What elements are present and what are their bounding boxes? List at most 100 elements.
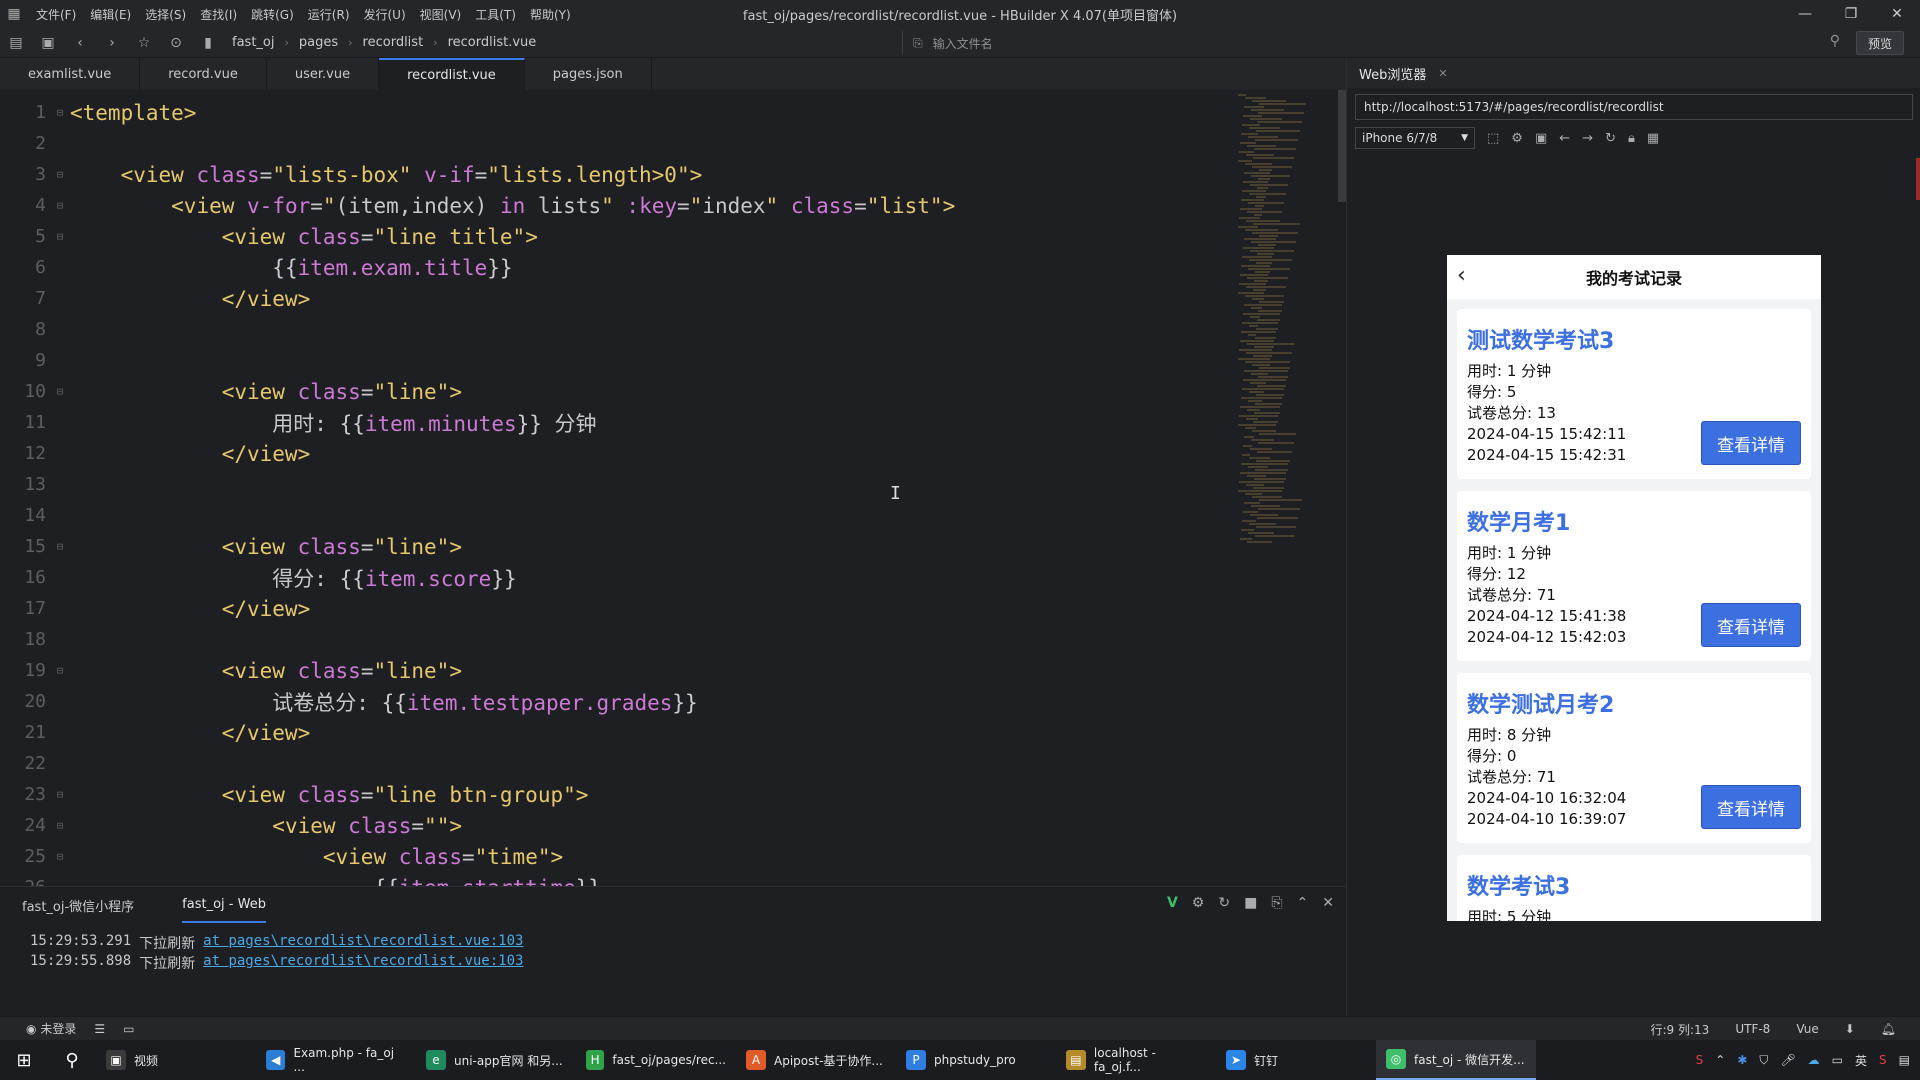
fold-toggle-icon[interactable]: ⊟ bbox=[50, 540, 70, 553]
back-arrow-icon[interactable]: ‹ bbox=[1457, 263, 1466, 288]
device-select[interactable]: iPhone 6/7/8 ▼ bbox=[1355, 127, 1475, 149]
menu-item[interactable]: 文件(F) bbox=[36, 6, 76, 23]
settings-gear-icon[interactable]: ⚙ bbox=[1511, 131, 1523, 146]
taskbar-app[interactable]: ◀ Exam.php - fa_oj ... bbox=[256, 1040, 416, 1080]
taskbar-app[interactable]: A Apipost-基于协作... bbox=[736, 1040, 896, 1080]
run-icon[interactable]: ⊙ bbox=[160, 29, 192, 57]
menu-item[interactable]: 视图(V) bbox=[420, 6, 462, 23]
cursor-position[interactable]: 行:9 列:13 bbox=[1651, 1021, 1710, 1038]
download-icon[interactable]: ⬇ bbox=[1845, 1022, 1855, 1036]
notification-bell-icon[interactable]: 🔔︎ bbox=[1881, 1022, 1896, 1036]
star-icon[interactable]: ☆ bbox=[128, 29, 160, 57]
fold-toggle-icon[interactable]: ⊟ bbox=[50, 664, 70, 677]
console-tab[interactable]: fast_oj - Web bbox=[182, 887, 266, 923]
lock-icon[interactable]: 🔒︎ bbox=[1628, 131, 1635, 146]
nav-back-icon[interactable]: ← bbox=[1559, 131, 1570, 146]
taskbar-search-icon[interactable]: ⚲ bbox=[48, 1040, 96, 1080]
menu-item[interactable]: 工具(T) bbox=[475, 6, 516, 23]
preview-button[interactable]: 预览 bbox=[1856, 31, 1904, 55]
taskbar-app[interactable]: ▤ localhost - fa_oj.f... bbox=[1056, 1040, 1216, 1080]
taskbar-app[interactable]: ▣ 视频 bbox=[96, 1040, 256, 1080]
qr-code-icon[interactable]: ▦ bbox=[1647, 131, 1659, 146]
editor-tab[interactable]: user.vue bbox=[267, 58, 380, 90]
restart-icon[interactable]: ↻ bbox=[1218, 895, 1230, 911]
menu-item[interactable]: 编辑(E) bbox=[90, 6, 131, 23]
file-search[interactable]: ⎘ 输入文件名 bbox=[902, 31, 1422, 55]
microphone-icon[interactable]: 🎤︎ bbox=[1780, 1053, 1795, 1067]
breadcrumb-item[interactable]: fast_oj bbox=[232, 35, 274, 50]
save-icon[interactable]: ▣ bbox=[32, 29, 64, 57]
restore-icon[interactable]: ❐ bbox=[1828, 0, 1874, 28]
outline-icon[interactable]: ☰ bbox=[94, 1022, 105, 1036]
editor-scrollbar[interactable] bbox=[1338, 90, 1346, 202]
login-status[interactable]: ◉ 未登录 bbox=[26, 1020, 76, 1037]
open-folder-icon[interactable]: ⎘ bbox=[1271, 895, 1282, 911]
minimize-icon[interactable]: — bbox=[1782, 0, 1828, 28]
view-detail-button[interactable]: 查看详情 bbox=[1701, 603, 1801, 647]
vue-devtools-icon[interactable]: V bbox=[1167, 895, 1178, 911]
nav-forward-icon[interactable]: → bbox=[1582, 131, 1593, 146]
menu-item[interactable]: 帮助(Y) bbox=[530, 6, 571, 23]
filter-icon[interactable]: ⚲ bbox=[1830, 33, 1840, 49]
editor-tab[interactable]: recordlist.vue bbox=[379, 58, 525, 90]
fold-toggle-icon[interactable]: ⊟ bbox=[50, 199, 70, 212]
fold-toggle-icon[interactable]: ⊟ bbox=[50, 106, 70, 119]
file-language[interactable]: Vue bbox=[1796, 1022, 1818, 1036]
minimap[interactable] bbox=[1236, 90, 1336, 590]
taskbar-app[interactable]: Hfast_oj/pages/rec... bbox=[576, 1040, 736, 1080]
web-browser-tab[interactable]: Web浏览器 ✕ bbox=[1347, 58, 1920, 88]
web-panel-scrollbar[interactable] bbox=[1916, 158, 1920, 200]
fold-toggle-icon[interactable]: ⊟ bbox=[50, 788, 70, 801]
refresh-icon[interactable]: ↻ bbox=[1605, 131, 1616, 146]
fold-toggle-icon[interactable]: ⊟ bbox=[50, 850, 70, 863]
terminal-icon[interactable]: ▭ bbox=[123, 1022, 134, 1036]
menu-item[interactable]: 选择(S) bbox=[145, 6, 186, 23]
fold-toggle-icon[interactable]: ⊟ bbox=[50, 168, 70, 181]
editor-tab[interactable]: record.vue bbox=[140, 58, 267, 90]
file-encoding[interactable]: UTF-8 bbox=[1735, 1022, 1770, 1036]
fold-toggle-icon[interactable]: ⊟ bbox=[50, 385, 70, 398]
action-center-icon[interactable]: ▤ bbox=[1899, 1053, 1910, 1067]
fold-toggle-icon[interactable]: ⊟ bbox=[50, 230, 70, 243]
menu-item[interactable]: 运行(R) bbox=[308, 6, 350, 23]
editor-tab[interactable]: pages.json bbox=[525, 58, 652, 90]
taskbar-app[interactable]: ◎ fast_oj - 微信开发... bbox=[1376, 1040, 1536, 1080]
breadcrumb-item[interactable]: recordlist.vue bbox=[448, 35, 537, 50]
debug-icon[interactable]: ⚙ bbox=[1192, 895, 1205, 911]
collapse-up-icon[interactable]: ⌃ bbox=[1297, 895, 1309, 911]
menu-item[interactable]: 发行(U) bbox=[364, 6, 406, 23]
log-source-link[interactable]: at pages\recordlist\recordlist.vue:103 bbox=[203, 953, 523, 973]
code-editor[interactable]: 1 ⊟ <template> 2 3 ⊟ <view class="lists-box" … bbox=[0, 90, 1346, 886]
editor-tab[interactable]: examlist.vue bbox=[0, 58, 141, 90]
forward-icon[interactable]: › bbox=[96, 29, 128, 57]
back-icon[interactable]: ‹ bbox=[64, 29, 96, 57]
url-input[interactable]: http://localhost:5173/#/pages/recordlist… bbox=[1355, 94, 1913, 120]
project-icon[interactable]: ▮ bbox=[192, 29, 224, 57]
cloud-icon[interactable]: ☁ bbox=[1808, 1053, 1820, 1067]
taskbar-app[interactable]: Pphpstudy_pro bbox=[896, 1040, 1056, 1080]
breadcrumb-item[interactable]: recordlist bbox=[363, 35, 424, 50]
menu-item[interactable]: 查找(I) bbox=[200, 6, 237, 23]
taskbar-app[interactable]: e uni-app官网 和另... bbox=[416, 1040, 576, 1080]
close-icon[interactable]: ✕ bbox=[1874, 0, 1920, 28]
new-file-icon[interactable]: ▤ bbox=[0, 29, 32, 57]
web-browser-tab-close-icon[interactable]: ✕ bbox=[1438, 67, 1447, 80]
view-detail-button[interactable]: 查看详情 bbox=[1701, 421, 1801, 465]
clear-console-icon[interactable]: ✕ bbox=[1322, 895, 1334, 911]
input-method-icon[interactable]: S bbox=[1696, 1053, 1704, 1067]
windows-start-icon[interactable]: ⊞ bbox=[0, 1040, 48, 1080]
display-icon[interactable]: ▭ bbox=[1832, 1053, 1843, 1067]
tray-expand-icon[interactable]: ⌃ bbox=[1715, 1053, 1725, 1067]
rotate-icon[interactable]: ⬚ bbox=[1487, 131, 1499, 146]
taskbar-app[interactable]: ➤ 钉钉 bbox=[1216, 1040, 1376, 1080]
breadcrumb-item[interactable]: pages bbox=[299, 35, 338, 50]
antivirus-icon[interactable]: S bbox=[1879, 1053, 1887, 1067]
shield-icon[interactable]: ⛉ bbox=[1759, 1053, 1768, 1068]
log-source-link[interactable]: at pages\recordlist\recordlist.vue:103 bbox=[203, 933, 523, 953]
bluetooth-icon[interactable]: ✱ bbox=[1737, 1053, 1747, 1067]
language-indicator[interactable]: 英 bbox=[1855, 1052, 1867, 1069]
fold-toggle-icon[interactable]: ⊟ bbox=[50, 819, 70, 832]
view-detail-button[interactable]: 查看详情 bbox=[1701, 785, 1801, 829]
menu-item[interactable]: 跳转(G) bbox=[251, 6, 294, 23]
console-tab[interactable]: fast_oj-微信小程序 bbox=[22, 887, 134, 923]
